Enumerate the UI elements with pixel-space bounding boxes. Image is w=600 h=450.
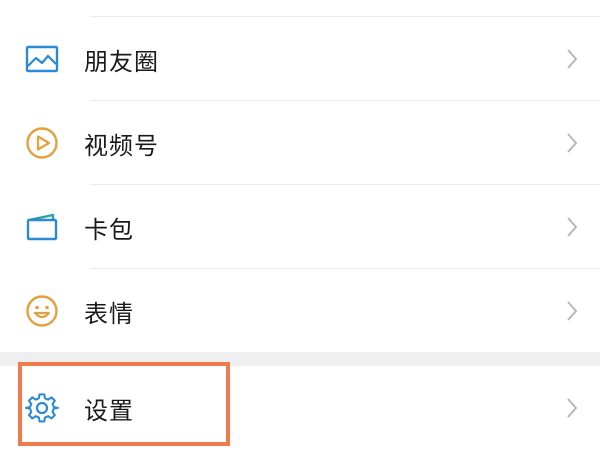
sticker-smile-icon bbox=[24, 293, 60, 329]
chevron-right-icon bbox=[564, 299, 580, 323]
card-wallet-icon bbox=[24, 209, 60, 245]
menu-item-moments[interactable]: 朋友圈 bbox=[0, 17, 600, 101]
chevron-right-icon bbox=[564, 396, 580, 420]
menu-item-label: 视频号 bbox=[84, 131, 159, 160]
menu-item-label: 卡包 bbox=[84, 215, 134, 244]
chevron-right-icon bbox=[564, 47, 580, 71]
highlight-annotation-box bbox=[18, 362, 230, 446]
video-channel-play-icon bbox=[24, 125, 60, 161]
chevron-right-icon bbox=[564, 131, 580, 155]
chevron-right-icon bbox=[564, 215, 580, 239]
menu-item-video-channel[interactable]: 视频号 bbox=[0, 101, 600, 185]
me-page-menu: 朋友圈 视频号 卡包 表情 设置 bbox=[0, 0, 600, 450]
menu-item-label: 表情 bbox=[84, 299, 134, 328]
menu-item-stickers[interactable]: 表情 bbox=[0, 269, 600, 353]
menu-item-label: 朋友圈 bbox=[84, 47, 159, 76]
moments-photo-icon bbox=[24, 41, 60, 77]
menu-item-card-wallet[interactable]: 卡包 bbox=[0, 185, 600, 269]
